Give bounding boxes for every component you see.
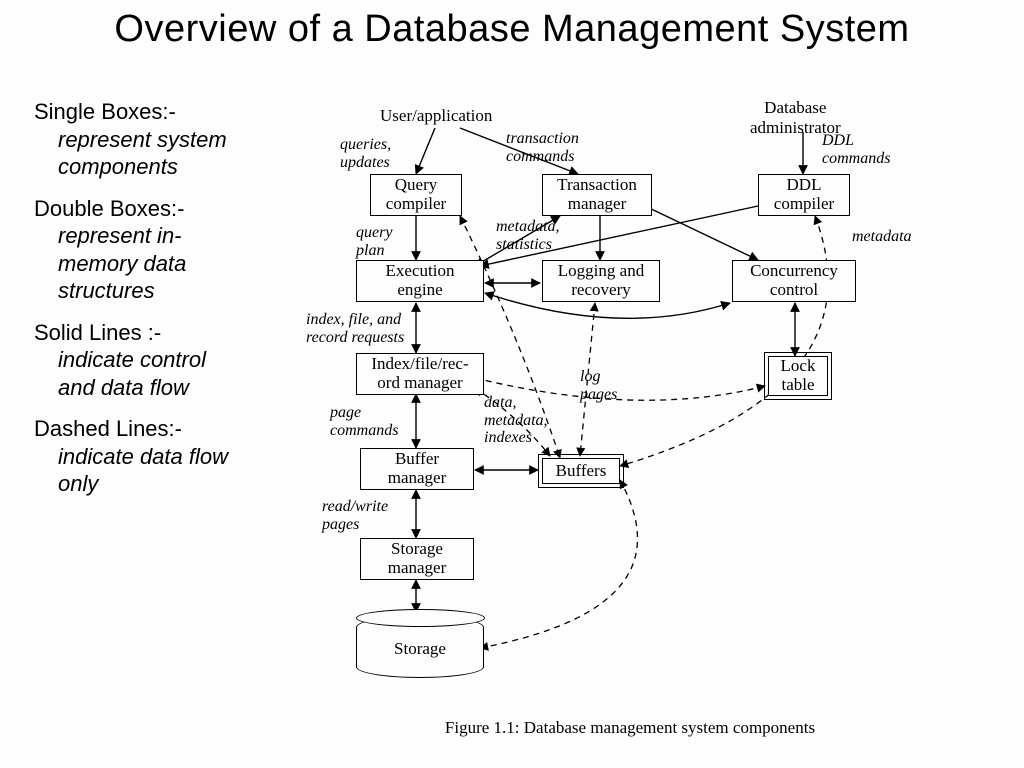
node-index-file-manager: Index/file/rec- ord manager <box>356 353 484 395</box>
edge-read-write-pages: read/write pages <box>322 498 388 533</box>
node-concurrency-control: Concurrency control <box>732 260 856 302</box>
node-storage-label: Storage <box>357 639 483 659</box>
legend-item: Single Boxes:- represent system componen… <box>34 98 234 181</box>
node-lock-table: Lock table <box>768 356 828 396</box>
edge-metadata-statistics: metadata, statistics <box>496 218 560 253</box>
figure-caption: Figure 1.1: Database management system c… <box>260 718 1000 738</box>
node-logging-recovery: Logging and recovery <box>542 260 660 302</box>
legend-item: Dashed Lines:- indicate data flow only <box>34 415 234 498</box>
actor-user: User/application <box>380 106 492 126</box>
diagram-figure: User/application Database administrator … <box>260 88 1000 738</box>
edge-index-file-record-requests: index, file, and record requests <box>306 311 404 346</box>
legend-term: Single Boxes:- <box>34 99 176 124</box>
legend-defn: indicate data flow only <box>58 443 234 498</box>
node-ddl-compiler: DDL compiler <box>758 174 850 216</box>
node-execution-engine: Execution engine <box>356 260 484 302</box>
legend-term: Dashed Lines:- <box>34 416 182 441</box>
edge-page-commands: page commands <box>330 404 398 439</box>
edge-data-metadata-indexes: data, metadata, indexes <box>484 394 548 447</box>
edge-ddl-commands: DDL commands <box>822 132 890 167</box>
legend-term: Double Boxes:- <box>34 196 184 221</box>
node-buffers: Buffers <box>542 458 620 484</box>
legend-block: Single Boxes:- represent system componen… <box>34 98 234 512</box>
edge-transaction-commands: transaction commands <box>506 130 579 165</box>
legend-defn: represent in-memory data structures <box>58 222 234 305</box>
node-query-compiler: Query compiler <box>370 174 462 216</box>
node-buffer-manager: Buffer manager <box>360 448 474 490</box>
legend-term: Solid Lines :- <box>34 320 161 345</box>
node-transaction-manager: Transaction manager <box>542 174 652 216</box>
slide-title: Overview of a Database Management System <box>0 8 1024 51</box>
legend-defn: represent system components <box>58 126 234 181</box>
legend-item: Solid Lines :- indicate control and data… <box>34 319 234 402</box>
node-storage-manager: Storage manager <box>360 538 474 580</box>
edge-query-plan: query plan <box>356 224 392 259</box>
legend-item: Double Boxes:- represent in-memory data … <box>34 195 234 305</box>
edge-metadata: metadata <box>852 228 912 246</box>
legend-defn: indicate control and data flow <box>58 346 234 401</box>
edge-log-pages: log pages <box>580 368 617 403</box>
node-storage: Storage <box>356 616 484 678</box>
edge-queries-updates: queries, updates <box>340 136 391 171</box>
